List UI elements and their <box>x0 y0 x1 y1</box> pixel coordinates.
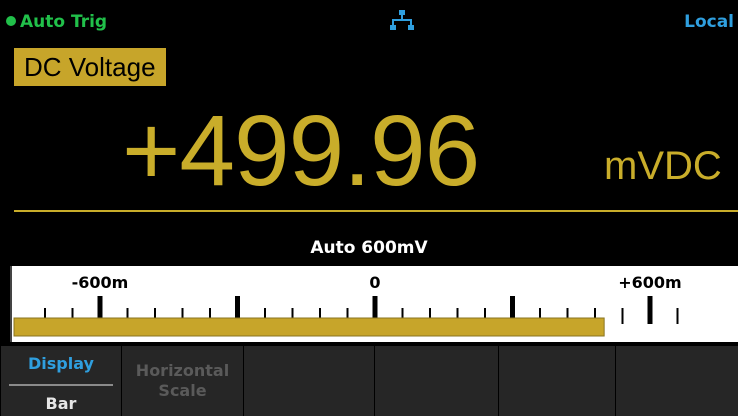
lan-network-icon <box>390 10 414 30</box>
softkey-6[interactable] <box>615 346 738 416</box>
measurement-units: mVDC <box>604 144 722 188</box>
display-softkey-label: Display <box>28 354 94 373</box>
status-bar: Auto Trig Local <box>0 0 738 34</box>
display-softkey-value: Bar <box>45 394 77 413</box>
range-label: Auto 600mV <box>310 238 428 258</box>
divider <box>14 210 738 212</box>
minor-tick <box>676 308 679 324</box>
display-softkey[interactable]: Display Bar <box>0 346 121 416</box>
softkey-separator <box>9 384 113 386</box>
softkey-3[interactable] <box>243 346 374 416</box>
function-label: DC Voltage <box>14 48 166 86</box>
trigger-indicator-icon <box>6 16 16 26</box>
horizontal-scale-label-line1: Horizontal <box>135 361 230 380</box>
tick-label: -600m <box>72 273 129 292</box>
softkey-4[interactable] <box>374 346 498 416</box>
bar-graph: -600m 0 +600m <box>13 273 682 337</box>
tick-label: +600m <box>618 273 681 292</box>
measurement-reading: +499.96 <box>122 95 480 207</box>
remote-state: Local <box>684 12 734 32</box>
softkey-bar: Display Bar Horizontal Scale <box>0 346 738 416</box>
horizontal-scale-label-line2: Scale <box>158 381 207 400</box>
horizontal-scale-softkey[interactable]: Horizontal Scale <box>121 346 243 416</box>
trigger-mode: Auto Trig <box>20 12 108 32</box>
value-bar <box>13 317 605 337</box>
bar-graph-panel: -600m 0 +600m <box>10 266 738 342</box>
major-tick <box>647 296 653 324</box>
softkey-5[interactable] <box>498 346 615 416</box>
minor-tick <box>621 308 624 324</box>
tick-label: 0 <box>369 273 380 292</box>
